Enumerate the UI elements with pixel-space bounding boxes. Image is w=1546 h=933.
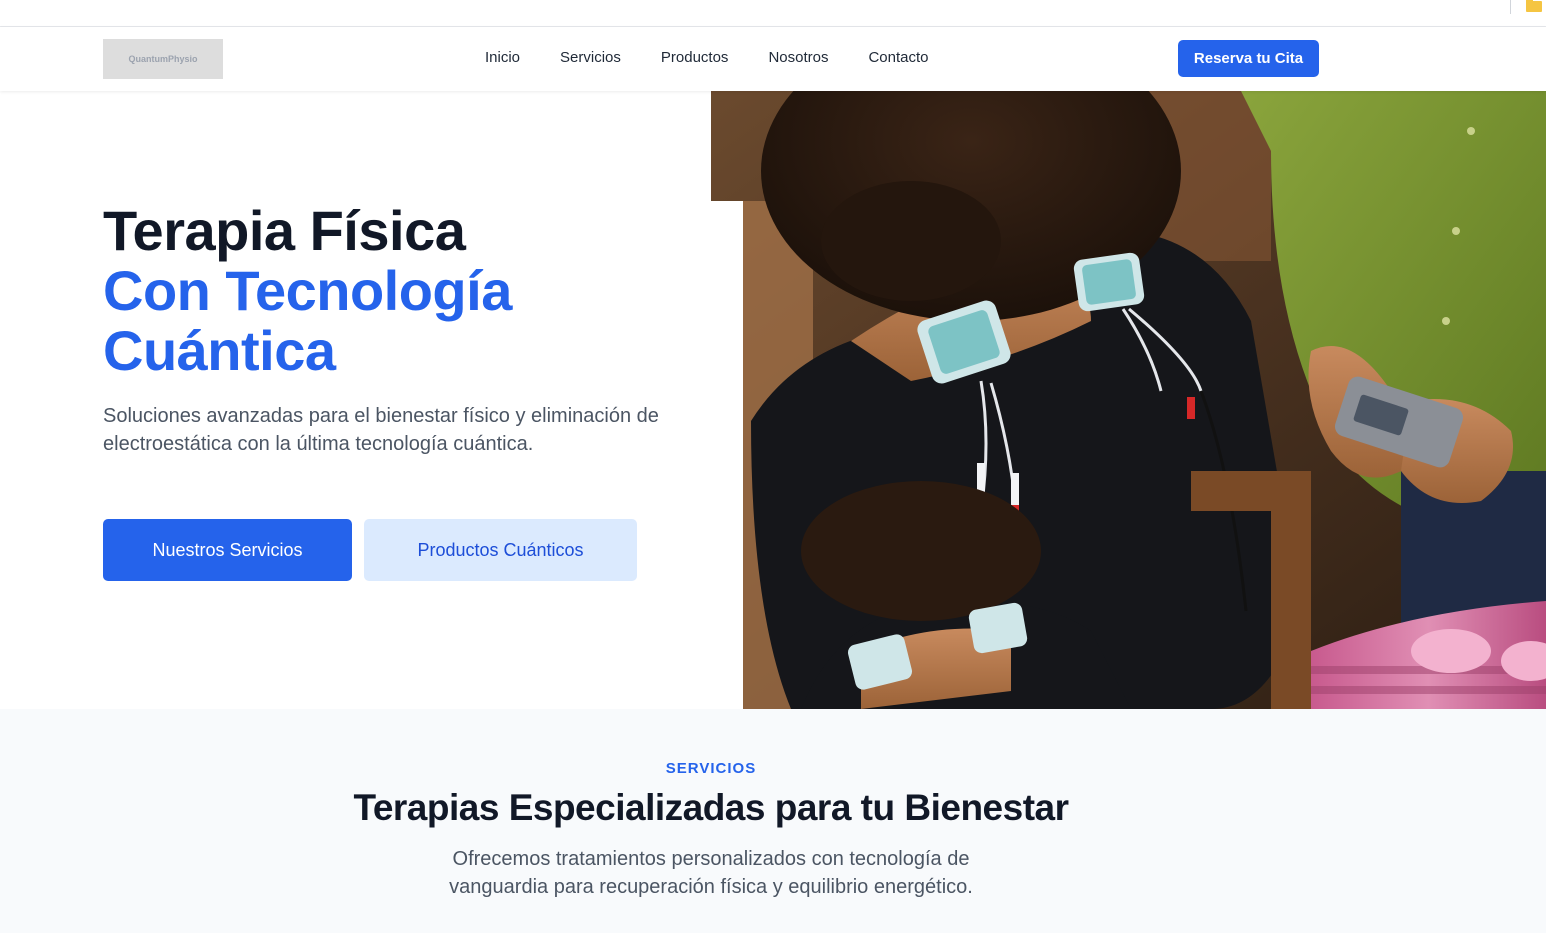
services-title: Terapias Especializadas para tu Bienesta… — [353, 787, 1069, 828]
quantum-products-button[interactable]: Productos Cuánticos — [364, 519, 637, 581]
services-description: Ofrecemos tratamientos personalizados co… — [449, 848, 973, 898]
hero-image — [711, 91, 1546, 709]
main-nav: Inicio Servicios Productos Nosotros Cont… — [485, 49, 969, 69]
nav-nosotros[interactable]: Nosotros — [768, 49, 828, 69]
nav-servicios[interactable]: Servicios — [560, 49, 621, 69]
hero-title-line-2: Con Tecnología — [103, 259, 512, 322]
logo-text: QuantumPhysio — [128, 54, 198, 64]
hero-title-line-1: Terapia Física — [103, 199, 466, 262]
nav-inicio[interactable]: Inicio — [485, 49, 520, 69]
hero-description: Soluciones avanzadas para el bienestar f… — [103, 405, 659, 455]
logo[interactable]: QuantumPhysio — [103, 39, 223, 79]
browser-top-strip — [0, 0, 1546, 27]
hero-section: Terapia Física Con Tecnología Cuántica S… — [0, 91, 1546, 709]
book-appointment-button[interactable]: Reserva tu Cita — [1178, 40, 1319, 77]
nav-contacto[interactable]: Contacto — [868, 49, 928, 69]
hero-title-line-3: Cuántica — [103, 319, 336, 382]
our-services-button[interactable]: Nuestros Servicios — [103, 519, 352, 581]
hero-title: Terapia Física Con Tecnología Cuántica — [103, 201, 512, 381]
nav-productos[interactable]: Productos — [661, 49, 729, 69]
services-eyebrow: SERVICIOS — [665, 760, 757, 777]
toolbar-separator — [1510, 0, 1511, 14]
services-section: SERVICIOS Terapias Especializadas para t… — [0, 709, 1546, 933]
site-header: QuantumPhysio Inicio Servicios Productos… — [0, 27, 1546, 91]
folder-icon[interactable] — [1526, 0, 1542, 12]
